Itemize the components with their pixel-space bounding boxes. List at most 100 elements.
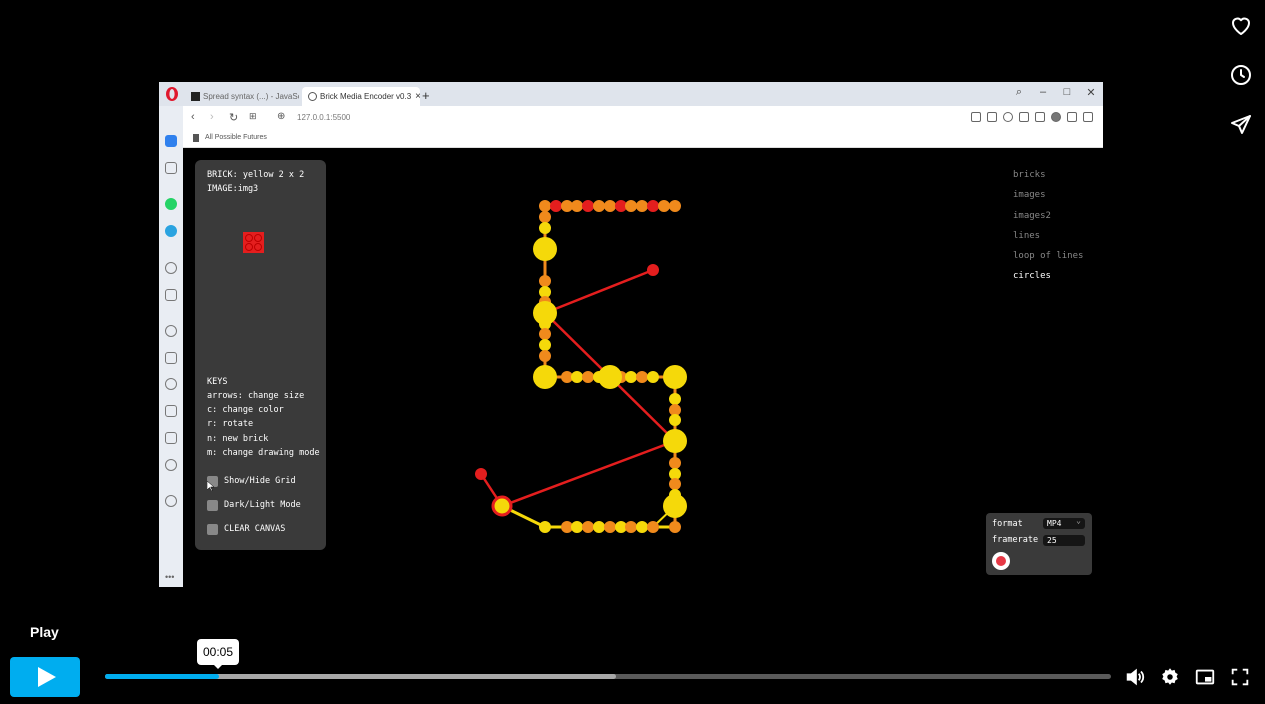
browser-tab-active[interactable]: Brick Media Encoder v0.3 × (302, 87, 420, 106)
adblock-icon[interactable] (1003, 112, 1013, 122)
drawn-circle (550, 200, 562, 212)
drawn-circle (625, 521, 637, 533)
opera-logo-icon (166, 87, 178, 101)
drawn-circle (539, 211, 551, 223)
volume-button[interactable] (1122, 664, 1148, 690)
clear-canvas-label: CLEAR CANVAS (224, 524, 286, 534)
close-window-icon[interactable]: ✕ (1083, 86, 1099, 99)
telegram-icon[interactable] (165, 225, 177, 237)
reload-icon[interactable]: ↻ (229, 111, 238, 124)
watch-later-button[interactable] (1222, 56, 1260, 94)
site-info-icon[interactable]: ⊕ (277, 111, 285, 122)
snapshot-icon[interactable] (987, 112, 997, 122)
menu-item-images[interactable]: images (1013, 190, 1083, 210)
drawn-circle (539, 350, 551, 362)
browser-window: Spread syntax (...) - JavaScript × Brick… (159, 82, 1103, 587)
control-panel: BRICK: yellow 2 x 2 IMAGE:img3 KEYS arro… (195, 160, 326, 550)
framerate-label: framerate (992, 535, 1039, 545)
drawn-circle (663, 429, 687, 453)
send-icon[interactable] (165, 289, 177, 301)
close-tab-icon[interactable]: × (411, 91, 420, 102)
menu-item-bricks[interactable]: bricks (1013, 170, 1083, 190)
drawn-circle (533, 365, 557, 389)
bookmarks-bar: All Possible Futures (183, 130, 1103, 148)
menu-item-loop-of-lines[interactable]: loop of lines (1013, 251, 1083, 271)
menu-item-images2[interactable]: images2 (1013, 211, 1083, 231)
url-input[interactable]: 127.0.0.1:5500 (297, 113, 350, 122)
heart-icon[interactable] (165, 325, 177, 337)
dark-light-mode-checkbox[interactable] (207, 500, 218, 511)
maximize-icon[interactable]: □ (1059, 86, 1075, 98)
settings-button[interactable] (1157, 664, 1183, 690)
dark-light-mode-label: Dark/Light Mode (224, 500, 301, 510)
browser-tab[interactable]: Spread syntax (...) - JavaScript × (185, 87, 299, 106)
share-page-icon[interactable] (971, 112, 981, 122)
play-icon (38, 667, 56, 687)
mode-menu: bricks images images2 lines loop of line… (1013, 170, 1083, 292)
pip-icon (1195, 669, 1215, 685)
lightbulb-icon[interactable] (165, 495, 177, 507)
fullscreen-icon (1231, 668, 1249, 686)
toolbar-icons (971, 112, 1093, 122)
volume-icon (1126, 668, 1145, 686)
picture-in-picture-button[interactable] (1192, 664, 1218, 690)
drawn-circle (647, 371, 659, 383)
drawn-circle (533, 237, 557, 261)
whatsapp-icon[interactable] (165, 198, 177, 210)
drawn-circle (669, 521, 681, 533)
drawn-circle (669, 200, 681, 212)
extensions-cube-icon[interactable] (165, 432, 177, 444)
drawn-circle (663, 365, 687, 389)
record-button[interactable] (992, 552, 1010, 570)
framerate-input[interactable]: 25 (1043, 535, 1085, 546)
record-dot-icon (996, 556, 1006, 566)
player-icon[interactable] (165, 262, 177, 274)
clear-canvas-checkbox[interactable] (207, 524, 218, 535)
image-label: IMAGE:img3 (207, 184, 259, 194)
aria-icon[interactable] (165, 162, 177, 174)
minimize-icon[interactable]: – (1035, 86, 1051, 98)
easy-setup-icon[interactable] (1083, 112, 1093, 122)
tabs-grid-icon[interactable]: ⊞ (249, 111, 257, 122)
more-icon[interactable]: ••• (165, 572, 174, 582)
brick-media-encoder-app: BRICK: yellow 2 x 2 IMAGE:img3 KEYS arro… (183, 148, 1103, 587)
profile-icon[interactable] (1051, 112, 1061, 122)
home-icon[interactable] (165, 135, 177, 147)
downloads-icon[interactable] (165, 405, 177, 417)
drawn-circle (539, 200, 551, 212)
recorder-panel: format MP4 framerate 25 (986, 513, 1092, 575)
like-button[interactable] (1222, 6, 1260, 44)
drawn-line (501, 439, 676, 508)
menu-item-lines[interactable]: lines (1013, 231, 1083, 251)
played-bar (105, 674, 219, 679)
share-button[interactable] (1222, 106, 1260, 144)
fullscreen-button[interactable] (1227, 664, 1253, 690)
bookmark-item[interactable]: All Possible Futures (205, 134, 267, 141)
search-tabs-icon[interactable]: ⌕ (1011, 86, 1027, 99)
drawn-circle (539, 328, 551, 340)
forward-icon[interactable]: › (210, 111, 214, 123)
news-icon[interactable] (165, 352, 177, 364)
show-hide-grid-label: Show/Hide Grid (224, 476, 296, 486)
format-select[interactable]: MP4 (1043, 515, 1085, 529)
drawn-circle (539, 339, 551, 351)
bookmark-heart-icon[interactable] (1035, 112, 1045, 122)
globe-favicon-icon (308, 92, 317, 101)
opera-sidebar: ••• (159, 106, 183, 587)
drawn-circle (582, 371, 594, 383)
settings-gear-icon[interactable] (165, 459, 177, 471)
key-hint: n: new brick (207, 434, 269, 444)
drawn-circle (539, 521, 551, 533)
back-icon[interactable]: ‹ (191, 111, 195, 123)
drawn-circle (669, 414, 681, 426)
menu-item-circles[interactable]: circles (1013, 271, 1083, 291)
history-icon[interactable] (165, 378, 177, 390)
progress-bar[interactable] (105, 674, 1111, 679)
brick-preview (243, 232, 264, 253)
play-button[interactable] (10, 657, 80, 697)
new-tab-icon[interactable]: + (422, 88, 430, 103)
drawn-circle (491, 495, 513, 517)
drawn-circle (647, 200, 659, 212)
flow-icon[interactable] (1019, 112, 1029, 122)
downloads-icon[interactable] (1067, 112, 1077, 122)
